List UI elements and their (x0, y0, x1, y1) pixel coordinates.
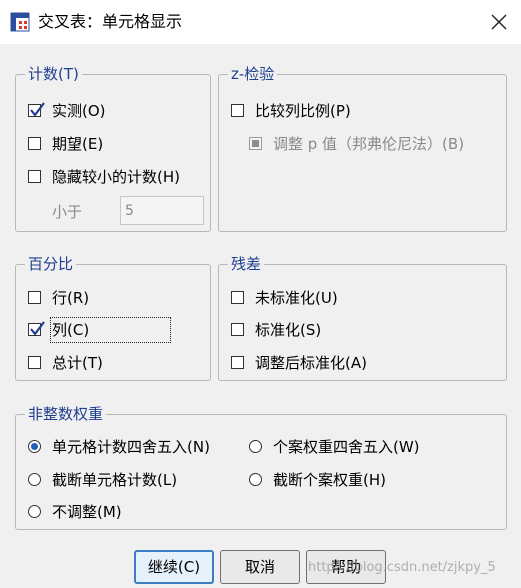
checkmark-icon (30, 102, 45, 117)
less-than-input[interactable] (120, 196, 204, 225)
compare-column-label: 比较列比例(P) (255, 102, 351, 120)
percentages-group-label: 百分比 (25, 255, 77, 273)
checkbox-box[interactable] (231, 323, 244, 336)
continue-button[interactable]: 继续(C) (134, 550, 214, 584)
title-bar: 交叉表：单元格显示 (0, 0, 521, 44)
checkbox-box[interactable] (28, 102, 45, 117)
truncate-case-label: 截断个案权重(H) (273, 471, 386, 489)
residuals-group-label: 残差 (228, 255, 265, 273)
noninteger-weights-group: 非整数权重 单元格计数四舍五入(N) 个案权重四舍五入(W) 截断单元格计数(L… (15, 405, 507, 530)
noninteger-weights-group-label: 非整数权重 (25, 405, 107, 423)
checkbox-box[interactable] (231, 104, 244, 117)
close-icon[interactable] (484, 8, 514, 36)
radio-circle[interactable] (28, 440, 41, 453)
no-adjust-label: 不调整(M) (52, 503, 122, 521)
adjust-p-label: 调整 p 值（邦弗伦尼法）(B) (273, 135, 465, 153)
checkmark-icon (30, 321, 45, 336)
dialog-body: 计数(T) 实测(O) 期望(E) 隐藏较小的计数(H) 小于 z-检验 比较列… (0, 44, 521, 588)
observed-label: 实测(O) (52, 102, 106, 120)
radio-circle[interactable] (28, 473, 41, 486)
expected-label: 期望(E) (52, 135, 104, 153)
hide-small-label: 隐藏较小的计数(H) (52, 168, 180, 186)
checkbox-box[interactable] (231, 291, 244, 304)
counts-group-label: 计数(T) (25, 65, 82, 83)
checkbox-box[interactable] (28, 356, 41, 369)
watermark: https://blog.csdn.net/zjkpy_5 (308, 560, 496, 575)
counts-group: 计数(T) 实测(O) 期望(E) 隐藏较小的计数(H) 小于 (15, 65, 211, 232)
less-than-label: 小于 (52, 203, 83, 221)
cancel-button[interactable]: 取消 (220, 550, 300, 584)
standardized-label: 标准化(S) (255, 321, 322, 339)
checkbox-box[interactable] (28, 321, 45, 336)
radio-circle[interactable] (249, 440, 262, 453)
adjusted-standardized-label: 调整后标准化(A) (255, 354, 367, 372)
radio-circle[interactable] (249, 473, 262, 486)
unstandardized-label: 未标准化(U) (255, 289, 338, 307)
total-label: 总计(T) (52, 354, 103, 372)
window-title: 交叉表：单元格显示 (38, 12, 183, 31)
radio-circle[interactable] (28, 505, 41, 518)
round-cell-label: 单元格计数四舍五入(N) (52, 438, 210, 456)
checkbox-box[interactable] (231, 356, 244, 369)
row-label: 行(R) (52, 289, 90, 307)
checkbox-box[interactable] (28, 137, 41, 150)
checkbox-box[interactable] (28, 170, 41, 183)
percentages-group: 百分比 行(R) 列(C) 总计(T) (15, 255, 211, 381)
checkbox-box[interactable] (28, 291, 41, 304)
ztest-group-label: z-检验 (228, 65, 278, 83)
checkbox-box[interactable] (249, 137, 262, 150)
column-label: 列(C) (49, 317, 172, 343)
round-case-label: 个案权重四舍五入(W) (273, 438, 420, 456)
residuals-group: 残差 未标准化(U) 标准化(S) 调整后标准化(A) (218, 255, 507, 381)
truncate-cell-label: 截断单元格计数(L) (52, 471, 178, 489)
crosstabs-icon (10, 12, 30, 32)
ztest-group: z-检验 比较列比例(P) 调整 p 值（邦弗伦尼法）(B) (218, 65, 507, 232)
